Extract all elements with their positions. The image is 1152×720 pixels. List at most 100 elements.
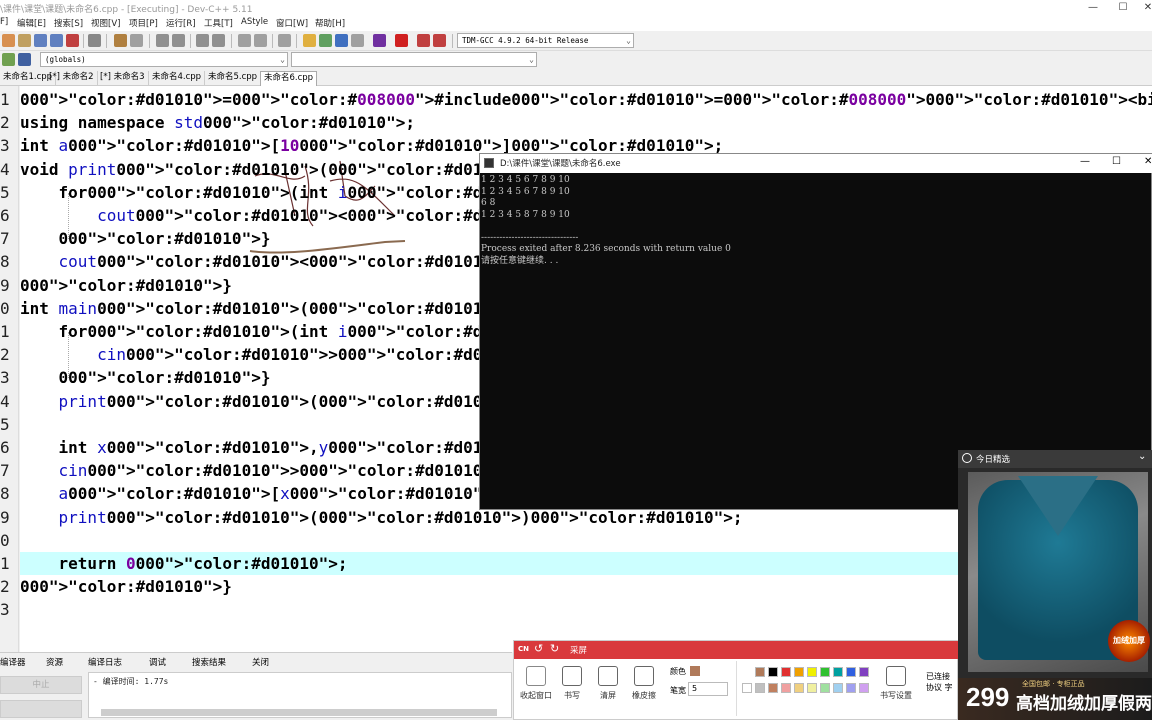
run-icon[interactable] bbox=[319, 34, 332, 47]
pen-width-stepper[interactable]: 5 bbox=[688, 682, 728, 696]
code-line[interactable]: int x000">"color:#d01010">,y000">"color:… bbox=[20, 436, 541, 459]
code-line[interactable]: 000">"color:#d01010">=000">"color:#00800… bbox=[20, 88, 1152, 111]
code-line[interactable]: 000">"color:#d01010">} bbox=[20, 575, 232, 598]
menu-file[interactable]: F] bbox=[0, 17, 8, 27]
color-swatch[interactable] bbox=[846, 667, 856, 677]
menu-help[interactable]: 帮助[H] bbox=[315, 17, 345, 29]
clear-screen-button[interactable]: 清屏 bbox=[588, 664, 628, 716]
color-swatch[interactable] bbox=[846, 683, 856, 693]
horizontal-scrollbar[interactable] bbox=[101, 709, 497, 716]
current-color-swatch[interactable] bbox=[690, 666, 700, 676]
color-swatch[interactable] bbox=[794, 667, 804, 677]
annotation-header: CN ↺ ↻ 采屏 bbox=[514, 641, 959, 659]
toggle-comment-icon[interactable] bbox=[278, 34, 291, 47]
eraser-button[interactable]: 橡皮擦 bbox=[624, 664, 664, 716]
color-swatch[interactable] bbox=[755, 683, 765, 693]
minimize-button[interactable]: — bbox=[1078, 0, 1108, 15]
color-swatch[interactable] bbox=[859, 683, 869, 693]
tab-close[interactable]: 关闭 bbox=[240, 656, 269, 668]
chart-icon[interactable] bbox=[417, 34, 430, 47]
undo-icon[interactable] bbox=[114, 34, 127, 47]
menu-view[interactable]: 视图[V] bbox=[91, 17, 120, 29]
color-swatch[interactable] bbox=[742, 683, 752, 693]
menu-window[interactable]: 窗口[W] bbox=[276, 17, 308, 29]
member-select[interactable]: ⌄ bbox=[291, 52, 537, 67]
tab-file-4[interactable]: 未命名4.cpp bbox=[149, 71, 206, 86]
chevron-down-icon: ⌄ bbox=[529, 55, 534, 64]
chevron-down-icon[interactable]: ⌄ bbox=[1138, 451, 1146, 462]
color-swatch[interactable] bbox=[794, 683, 804, 693]
menu-tools[interactable]: 工具[T] bbox=[204, 17, 233, 29]
redo-icon[interactable]: ↻ bbox=[550, 642, 559, 655]
class-browser-icon[interactable] bbox=[2, 53, 15, 66]
rebuild-icon[interactable] bbox=[351, 34, 364, 47]
color-swatch[interactable] bbox=[768, 667, 778, 677]
menu-edit[interactable]: 编辑[E] bbox=[17, 17, 46, 29]
color-swatch[interactable] bbox=[820, 667, 830, 677]
goto-icon[interactable] bbox=[196, 34, 209, 47]
save-all-icon[interactable] bbox=[50, 34, 63, 47]
compile-icon[interactable] bbox=[303, 34, 316, 47]
class-list-icon[interactable] bbox=[18, 53, 31, 66]
close-button[interactable]: ✕ bbox=[1133, 0, 1152, 15]
compile-run-icon[interactable] bbox=[335, 34, 348, 47]
tab-compile-log[interactable]: 编译日志 bbox=[76, 656, 122, 668]
tab-search-results[interactable]: 搜索结果 bbox=[180, 656, 226, 668]
code-line[interactable]: 000">"color:#d01010">} bbox=[20, 366, 271, 389]
open-file-icon[interactable] bbox=[18, 34, 31, 47]
color-swatch[interactable] bbox=[807, 683, 817, 693]
find-icon[interactable] bbox=[156, 34, 169, 47]
abort-button[interactable]: 中止 bbox=[0, 676, 82, 694]
color-swatch[interactable] bbox=[781, 683, 791, 693]
menu-search[interactable]: 搜索[S] bbox=[54, 17, 83, 29]
menu-run[interactable]: 运行[R] bbox=[166, 17, 196, 29]
clear-label: 清屏 bbox=[600, 691, 616, 700]
line-number: 0 bbox=[0, 298, 10, 318]
tab-file-3[interactable]: [*] 未命名3 bbox=[97, 71, 149, 86]
color-swatch[interactable] bbox=[859, 667, 869, 677]
collapse-window-button[interactable]: 收起窗口 bbox=[516, 664, 556, 716]
console-minimize-button[interactable]: — bbox=[1080, 156, 1090, 167]
writing-settings-button[interactable]: 书写设置 bbox=[876, 664, 916, 716]
color-swatch[interactable] bbox=[833, 667, 843, 677]
write-button[interactable]: 书写 bbox=[552, 664, 592, 716]
code-line[interactable]: using namespace std000">"color:#d01010">… bbox=[20, 111, 415, 134]
unindent-icon[interactable] bbox=[254, 34, 267, 47]
code-line[interactable]: return 0000">"color:#d01010">; bbox=[20, 552, 348, 575]
undo-icon[interactable]: ↺ bbox=[534, 642, 543, 655]
color-swatch[interactable] bbox=[833, 683, 843, 693]
tab-resources[interactable]: 资源 bbox=[34, 656, 63, 668]
save-icon[interactable] bbox=[34, 34, 47, 47]
compile-time-text: - 编译时间: 1.77s bbox=[93, 677, 169, 686]
ad-popup[interactable]: 今日精选 ⌄ 加绒加厚 全国包邮 · 专柜正品 299 高档加绒加厚假两件 bbox=[958, 450, 1152, 720]
check-icon[interactable] bbox=[373, 34, 386, 47]
tab-file-6[interactable]: 未命名6.cpp bbox=[260, 71, 318, 86]
color-swatch[interactable] bbox=[781, 667, 791, 677]
debug-icon[interactable] bbox=[433, 34, 446, 47]
bookmark-icon[interactable] bbox=[212, 34, 225, 47]
tab-compiler[interactable]: 编译器 bbox=[0, 656, 26, 668]
code-line[interactable]: 000">"color:#d01010">} bbox=[20, 274, 232, 297]
color-swatch[interactable] bbox=[755, 667, 765, 677]
print-icon[interactable] bbox=[88, 34, 101, 47]
scope-select[interactable]: (globals) ⌄ bbox=[40, 52, 288, 67]
color-swatch[interactable] bbox=[768, 683, 778, 693]
replace-icon[interactable] bbox=[172, 34, 185, 47]
menu-project[interactable]: 项目[P] bbox=[129, 17, 158, 29]
menu-astyle[interactable]: AStyle bbox=[241, 17, 268, 27]
collapse-icon bbox=[526, 666, 546, 686]
code-line[interactable]: 000">"color:#d01010">} bbox=[20, 227, 271, 250]
redo-icon[interactable] bbox=[130, 34, 143, 47]
console-maximize-button[interactable]: ☐ bbox=[1112, 156, 1121, 167]
tab-file-5[interactable]: 未命名5.cpp bbox=[205, 71, 262, 86]
color-swatch[interactable] bbox=[820, 683, 830, 693]
close-file-icon[interactable] bbox=[66, 34, 79, 47]
new-file-icon[interactable] bbox=[2, 34, 15, 47]
stop-icon[interactable] bbox=[395, 34, 408, 47]
console-close-button[interactable]: ✕ bbox=[1144, 156, 1152, 167]
tab-file-2[interactable]: [*] 未命名2 bbox=[46, 71, 98, 86]
compiler-select[interactable]: TDM-GCC 4.9.2 64-bit Release ⌄ bbox=[457, 33, 634, 48]
color-swatch[interactable] bbox=[807, 667, 817, 677]
indent-icon[interactable] bbox=[238, 34, 251, 47]
tab-debug[interactable]: 调试 bbox=[137, 656, 166, 668]
